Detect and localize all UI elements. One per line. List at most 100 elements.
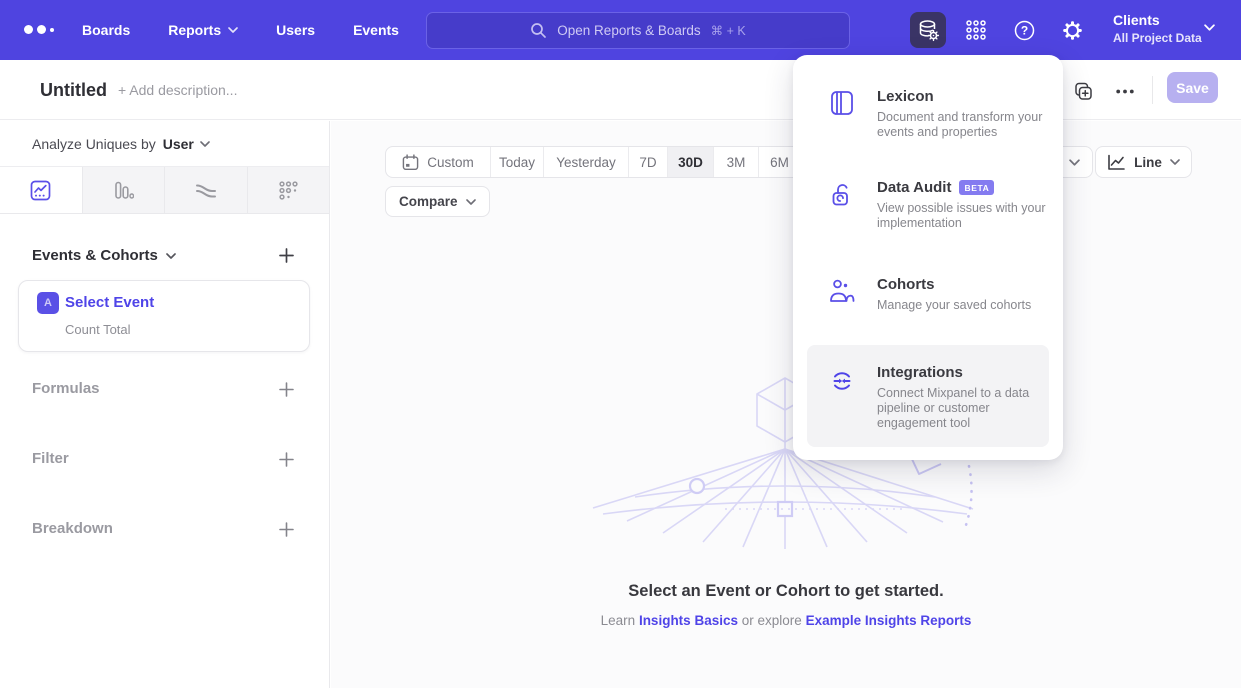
copy-plus-icon (1073, 82, 1092, 101)
lexicon-icon (829, 90, 855, 116)
date-range-yesterday[interactable]: Yesterday (544, 147, 629, 177)
plus-icon (279, 248, 294, 263)
menu-item-integrations[interactable]: Integrations Connect Mixpanel to a data … (793, 364, 1063, 444)
save-button[interactable]: Save (1167, 72, 1218, 103)
report-toolbar: Custom Today Yesterday 7D 30D 3M 6M Comp… (331, 121, 1241, 231)
menu-item-description: Document and transform your events and p… (877, 110, 1057, 140)
add-formula-button[interactable] (274, 377, 298, 401)
logo-dot (24, 25, 33, 34)
chevron-down-icon (1069, 159, 1080, 166)
tab-bar-chart[interactable] (83, 167, 166, 213)
compare-button[interactable]: Compare (385, 186, 490, 217)
primary-nav: Boards Reports Users Events (82, 0, 399, 60)
date-range-label: 3M (727, 155, 746, 170)
date-range-30d[interactable]: 30D (668, 147, 714, 177)
help-button[interactable]: ? (1006, 12, 1042, 48)
mixpanel-logo[interactable] (24, 25, 54, 34)
apps-grid-button[interactable] (958, 12, 994, 48)
database-gear-icon (917, 19, 940, 42)
empty-state-subtitle: Learn Insights Basics or explore Example… (331, 613, 1241, 628)
menu-item-title: Cohorts (877, 276, 935, 293)
chevron-down-icon (200, 141, 210, 147)
menu-item-title: Integrations (877, 364, 963, 381)
date-range-today[interactable]: Today (491, 147, 544, 177)
nav-label: Users (276, 22, 315, 38)
tab-insights-line[interactable] (0, 167, 83, 213)
global-search-input[interactable]: Open Reports & Boards ⌘ + K (426, 12, 850, 49)
report-description-placeholder[interactable]: + Add description... (118, 82, 237, 98)
mixpanel-insights-page: Boards Reports Users Events Open Reports… (0, 0, 1241, 688)
date-range-custom[interactable]: Custom (386, 147, 491, 177)
grid-apps-icon (965, 19, 987, 41)
data-management-menu: Lexicon Document and transform your even… (793, 55, 1063, 460)
date-range-7d[interactable]: 7D (629, 147, 668, 177)
tab-retention-grid[interactable] (248, 167, 330, 213)
date-range-3m[interactable]: 3M (714, 147, 759, 177)
query-builder-sidebar: Analyze Uniques by User (0, 121, 330, 688)
add-filter-button[interactable] (274, 447, 298, 471)
help-icon: ? (1013, 19, 1036, 42)
nav-item-events[interactable]: Events (353, 22, 399, 38)
cohorts-users-icon (829, 278, 855, 304)
date-range-label: 6M (770, 155, 789, 170)
select-event-label[interactable]: Select Event (65, 294, 154, 311)
report-title[interactable]: Untitled (40, 80, 107, 101)
nav-item-reports[interactable]: Reports (168, 22, 238, 38)
nav-label: Boards (82, 22, 130, 38)
logo-dot (50, 28, 54, 32)
compare-label: Compare (399, 194, 458, 209)
data-audit-lock-icon (829, 182, 855, 208)
example-insights-reports-link[interactable]: Example Insights Reports (806, 613, 972, 628)
events-cohorts-header[interactable]: Events & Cohorts (32, 247, 176, 264)
add-event-button[interactable] (274, 243, 298, 267)
analyze-value-dropdown[interactable]: User (163, 136, 210, 152)
date-range-label: 30D (678, 155, 703, 170)
svg-text:?: ? (1020, 23, 1027, 37)
chart-type-tabs (0, 166, 329, 214)
menu-item-data-audit[interactable]: Data Audit BETA View possible issues wit… (793, 179, 1063, 259)
date-range-label: Yesterday (556, 155, 616, 170)
search-icon (530, 22, 547, 39)
empty-state-title: Select an Event or Cohort to get started… (331, 582, 1241, 601)
date-range-label: Custom (427, 155, 474, 170)
project-name: All Project Data (1113, 30, 1202, 46)
data-management-button[interactable] (910, 12, 946, 48)
calendar-icon (402, 154, 419, 171)
analyze-value-text: User (163, 136, 194, 152)
menu-item-description: Manage your saved cohorts (877, 298, 1057, 313)
gear-icon (1061, 19, 1084, 42)
org-name: Clients (1113, 11, 1202, 30)
chart-type-label: Line (1134, 155, 1162, 170)
nav-label: Events (353, 22, 399, 38)
settings-button[interactable] (1054, 12, 1090, 48)
bar-chart-icon (113, 180, 134, 201)
breakdown-label: Breakdown (32, 520, 113, 537)
project-selector[interactable]: Clients All Project Data (1113, 11, 1202, 46)
logo-dot (37, 25, 46, 34)
count-total-label[interactable]: Count Total (65, 322, 131, 337)
menu-item-cohorts[interactable]: Cohorts Manage your saved cohorts (793, 276, 1063, 336)
event-series-badge: A (37, 292, 59, 314)
tab-flows[interactable] (165, 167, 248, 213)
duplicate-report-button[interactable] (1070, 79, 1094, 103)
search-shortcut: ⌘ + K (711, 23, 746, 38)
more-actions-button[interactable] (1113, 79, 1137, 103)
menu-item-lexicon[interactable]: Lexicon Document and transform your even… (793, 88, 1063, 168)
date-range-label: Today (499, 155, 535, 170)
date-range-label: 7D (639, 155, 656, 170)
search-placeholder: Open Reports & Boards (557, 23, 700, 38)
plus-icon (279, 382, 294, 397)
integrations-sync-icon (829, 368, 855, 394)
report-canvas: Custom Today Yesterday 7D 30D 3M 6M Comp… (331, 121, 1241, 688)
line-chart-icon (30, 180, 51, 201)
add-breakdown-button[interactable] (274, 517, 298, 541)
insights-basics-link[interactable]: Insights Basics (639, 613, 738, 628)
nav-item-users[interactable]: Users (276, 22, 315, 38)
nav-item-boards[interactable]: Boards (82, 22, 130, 38)
select-event-card[interactable]: A Select Event Count Total (18, 280, 310, 352)
learn-prefix: Learn (601, 613, 636, 628)
top-navigation-bar: Boards Reports Users Events Open Reports… (0, 0, 1241, 60)
chart-type-selector[interactable]: Line (1095, 146, 1192, 178)
chevron-down-icon (1204, 24, 1215, 31)
flow-sankey-icon (195, 180, 217, 201)
